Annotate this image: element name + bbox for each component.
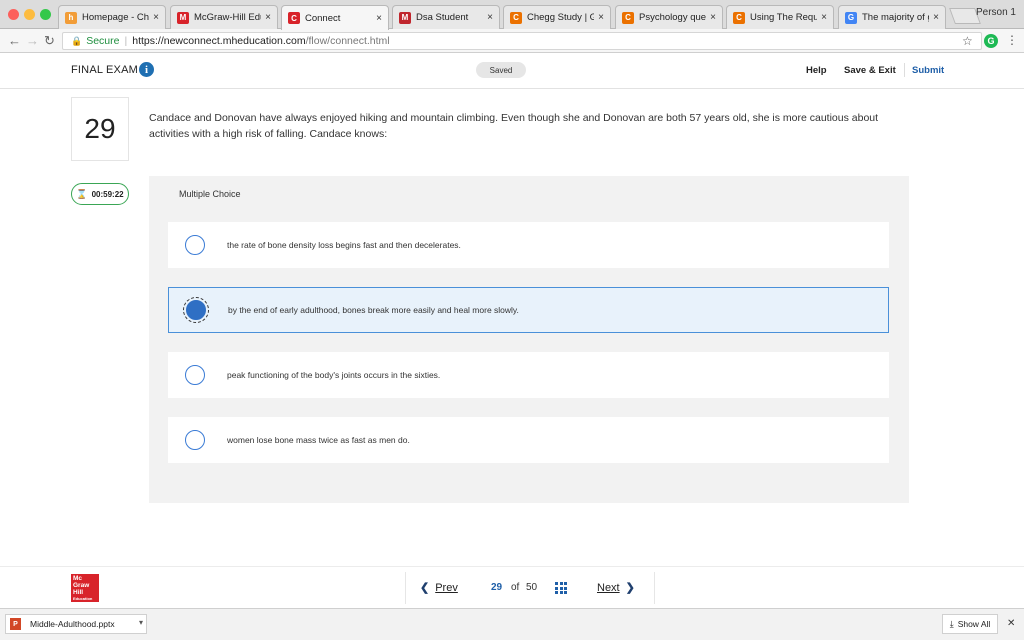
hourglass-icon: ⌛ (76, 188, 88, 199)
chegg-icon: C (510, 11, 522, 24)
mcgraw-hill-logo: Mc Graw Hill Education (71, 574, 99, 602)
window-maximize-button[interactable] (40, 9, 51, 20)
tab-close-icon[interactable]: × (598, 12, 604, 23)
chevron-left-icon: ❮ (420, 582, 430, 594)
answer-option[interactable]: peak functioning of the body's joints oc… (168, 352, 889, 398)
connect-icon: C (288, 12, 300, 24)
browser-tab-label: Dsa Student (416, 12, 469, 23)
timer-badge: ⌛ 00:59:22 (71, 183, 129, 205)
browser-tab[interactable]: M McGraw-Hill Educ × (170, 5, 278, 29)
exam-header: FINAL EXAM i Saved Help Save & Exit Subm… (0, 53, 1024, 89)
total-pages: 50 (526, 582, 538, 593)
bookmark-star-icon[interactable]: ☆ (962, 34, 973, 48)
url-host: https://newconnect.mheducation.com (132, 35, 306, 47)
current-page: 29 (491, 582, 503, 593)
answer-option-label: women lose bone mass twice as fast as me… (227, 435, 410, 445)
exam-title: FINAL EXAM (71, 64, 138, 76)
question-pager: ❮ Prev 29 of 50 Next ❯ (405, 572, 655, 604)
browser-tab-label: Homepage - Chat (82, 12, 150, 23)
browser-tab-label: The majority of g (862, 12, 930, 23)
question-type-label: Multiple Choice (179, 189, 241, 199)
window-minimize-button[interactable] (24, 9, 35, 20)
timer-value: 00:59:22 (91, 189, 124, 199)
info-icon[interactable]: i (139, 62, 154, 77)
tab-close-icon[interactable]: × (265, 12, 271, 23)
browser-tab-label: Using The Requir (750, 12, 818, 23)
answer-option[interactable]: by the end of early adulthood, bones bre… (168, 287, 889, 333)
next-label: Next (597, 582, 620, 594)
back-icon[interactable]: ← (8, 33, 21, 48)
answer-option[interactable]: women lose bone mass twice as fast as me… (168, 417, 889, 463)
save-exit-link[interactable]: Save & Exit (844, 65, 896, 76)
forward-icon[interactable]: → (26, 33, 39, 48)
browser-tab[interactable]: C Connect × (281, 5, 389, 30)
download-item[interactable]: P Middle-Adulthood.pptx ▾ (5, 614, 147, 634)
homepage-icon: h (65, 11, 77, 24)
tab-close-icon[interactable]: × (153, 12, 159, 23)
answer-option-label: the rate of bone density loss begins fas… (227, 240, 461, 250)
answer-radio[interactable] (183, 297, 209, 323)
powerpoint-file-icon: P (10, 618, 21, 630)
next-button[interactable]: Next ❯ (597, 581, 635, 594)
address-bar[interactable]: 🔒 Secure | https://newconnect.mheducatio… (62, 32, 982, 50)
url-separator: | (124, 35, 128, 47)
browser-tab[interactable]: C Chegg Study | Gu × (503, 5, 611, 29)
page-of-label: of (511, 582, 520, 593)
reload-icon[interactable]: ↻ (44, 33, 55, 49)
browser-tab-label: Psychology quest (639, 12, 707, 23)
browser-tab-strip: hHomepage - Chat×MMcGraw-Hill Educ×CConn… (0, 0, 1024, 30)
close-icon[interactable]: ✕ (1007, 618, 1015, 629)
answer-panel: Multiple Choice the rate of bone density… (149, 176, 909, 503)
footer-divider (0, 566, 1024, 567)
download-menu-caret-icon[interactable]: ▾ (139, 618, 143, 627)
chegg-icon: C (733, 11, 745, 24)
browser-toolbar: ← → ↻ 🔒 Secure | https://newconnect.mhed… (0, 29, 1024, 53)
tab-close-icon[interactable]: × (821, 12, 827, 23)
browser-tab[interactable]: M Dsa Student × (392, 5, 500, 29)
grammarly-extension-icon[interactable]: G (984, 34, 998, 48)
secure-label: Secure (86, 35, 120, 47)
tab-close-icon[interactable]: × (487, 12, 493, 23)
answer-option-label: by the end of early adulthood, bones bre… (228, 305, 519, 315)
help-link[interactable]: Help (806, 65, 827, 76)
answer-radio[interactable] (185, 365, 205, 385)
dsa-icon: M (399, 11, 411, 24)
url-path: /flow/connect.html (305, 35, 390, 47)
saved-status-badge: Saved (476, 62, 526, 78)
google-icon: G (845, 11, 857, 24)
prev-label: Prev (435, 582, 458, 594)
question-text: Candace and Donovan have always enjoyed … (149, 112, 879, 140)
prev-button[interactable]: ❮ Prev (420, 581, 458, 594)
show-all-label: Show All (957, 619, 991, 629)
lock-icon: 🔒 (71, 35, 83, 46)
browser-tab-label: Connect (305, 12, 341, 24)
question-grid-icon[interactable] (555, 582, 567, 594)
browser-menu-icon[interactable]: ⋮ (1006, 33, 1018, 47)
mcgraw-hill-icon: M (177, 11, 189, 24)
profile-button[interactable]: Person 1 (976, 7, 1016, 18)
browser-tab-label: Chegg Study | Gu (527, 12, 594, 23)
browser-tab[interactable]: G The majority of g × (838, 5, 946, 29)
window-close-button[interactable] (8, 9, 19, 20)
answer-option-label: peak functioning of the body's joints oc… (227, 370, 441, 380)
browser-tab[interactable]: C Psychology quest × (615, 5, 723, 29)
question-number: 29 (71, 97, 129, 161)
chegg-icon: C (622, 11, 634, 24)
tab-close-icon[interactable]: × (376, 13, 382, 24)
browser-tab[interactable]: C Using The Requir × (726, 5, 834, 29)
tab-close-icon[interactable]: × (933, 12, 939, 23)
submit-link[interactable]: Submit (912, 65, 944, 76)
answer-option[interactable]: the rate of bone density loss begins fas… (168, 222, 889, 268)
chevron-right-icon: ❯ (625, 582, 635, 594)
tab-close-icon[interactable]: × (710, 12, 716, 23)
header-divider (904, 63, 905, 77)
show-all-downloads-button[interactable]: ⤓ Show All (942, 614, 998, 634)
browser-tab[interactable]: h Homepage - Chat× (58, 5, 166, 29)
answer-radio[interactable] (185, 235, 205, 255)
answer-radio[interactable] (185, 430, 205, 450)
browser-tab-label: McGraw-Hill Educ (194, 12, 261, 23)
download-filename: Middle-Adulthood.pptx (30, 619, 115, 629)
download-shelf: P Middle-Adulthood.pptx ▾ ⤓ Show All ✕ (0, 608, 1024, 640)
download-icon: ⤓ (949, 618, 954, 629)
